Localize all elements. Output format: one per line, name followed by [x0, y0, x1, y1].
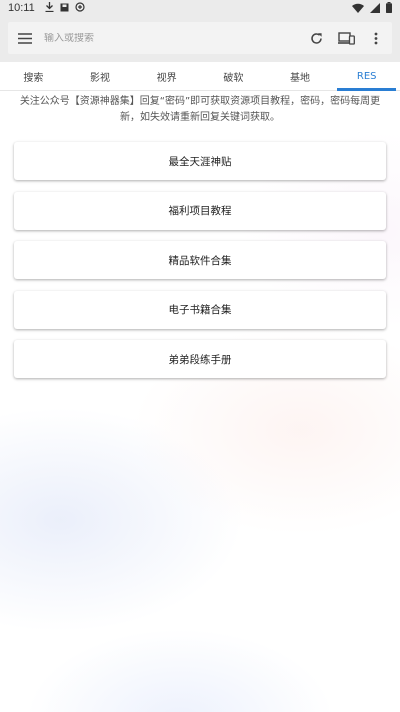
card-label: 电子书籍合集	[168, 304, 232, 316]
tab-label: RES	[356, 70, 377, 82]
resource-card-training-manual[interactable]: 弟弟段练手册	[14, 340, 386, 378]
card-label: 精品软件合集	[168, 254, 232, 267]
status-right-icons	[352, 2, 392, 16]
signal-icon	[370, 2, 380, 16]
more-vert-icon[interactable]	[366, 28, 386, 48]
status-time: 10:11	[8, 2, 35, 14]
toolbar-actions	[306, 22, 386, 54]
tab-label: 基地	[290, 72, 311, 84]
tab-vision[interactable]: 视界	[133, 62, 200, 90]
resource-card-tianya-posts[interactable]: 最全天涯神贴	[14, 142, 386, 180]
card-label: 最全天涯神贴	[168, 155, 232, 168]
resource-card-ebook-collection[interactable]: 电子书籍合集	[14, 290, 386, 329]
tab-cracked-software[interactable]: 破软	[200, 62, 267, 90]
resource-card-software-collection[interactable]: 精品软件合集	[14, 241, 386, 279]
tab-base[interactable]: 基地	[267, 62, 334, 90]
resource-card-welfare-tutorials[interactable]: 福利项目教程	[14, 191, 386, 230]
devices-icon[interactable]	[336, 28, 356, 48]
tab-bar: 搜索 影视 视界 破软 基地 RES	[0, 62, 400, 91]
card-label: 弟弟段练手册	[168, 353, 232, 366]
tab-res[interactable]: RES	[333, 62, 400, 91]
status-bar: 10:11	[0, 0, 400, 16]
tab-search[interactable]: 搜索	[0, 62, 67, 90]
tab-label: 搜索	[23, 72, 44, 84]
resource-list: 最全天涯神贴 福利项目教程 精品软件合集 电子书籍合集 弟弟段练手册	[14, 142, 386, 390]
save-icon	[60, 2, 69, 15]
search-input[interactable]	[44, 32, 294, 44]
wifi-icon	[352, 3, 364, 16]
notice-text: 关注公众号【资源神器集】回复“密码”即可获取资源项目教程，密码，密码每周更新，如…	[19, 96, 381, 123]
tab-label: 破软	[223, 72, 244, 84]
app-icon	[75, 1, 85, 15]
card-label: 福利项目教程	[168, 205, 232, 217]
refresh-icon[interactable]	[306, 28, 326, 48]
search-bar	[8, 22, 392, 54]
download-icon	[45, 1, 54, 15]
browser-toolbar	[0, 16, 400, 62]
status-left-icons	[45, 1, 85, 15]
tab-movies[interactable]: 影视	[67, 62, 134, 90]
tab-label: 影视	[90, 72, 110, 84]
menu-icon[interactable]	[8, 22, 42, 54]
battery-icon	[386, 2, 392, 16]
tab-label: 视界	[156, 72, 177, 84]
